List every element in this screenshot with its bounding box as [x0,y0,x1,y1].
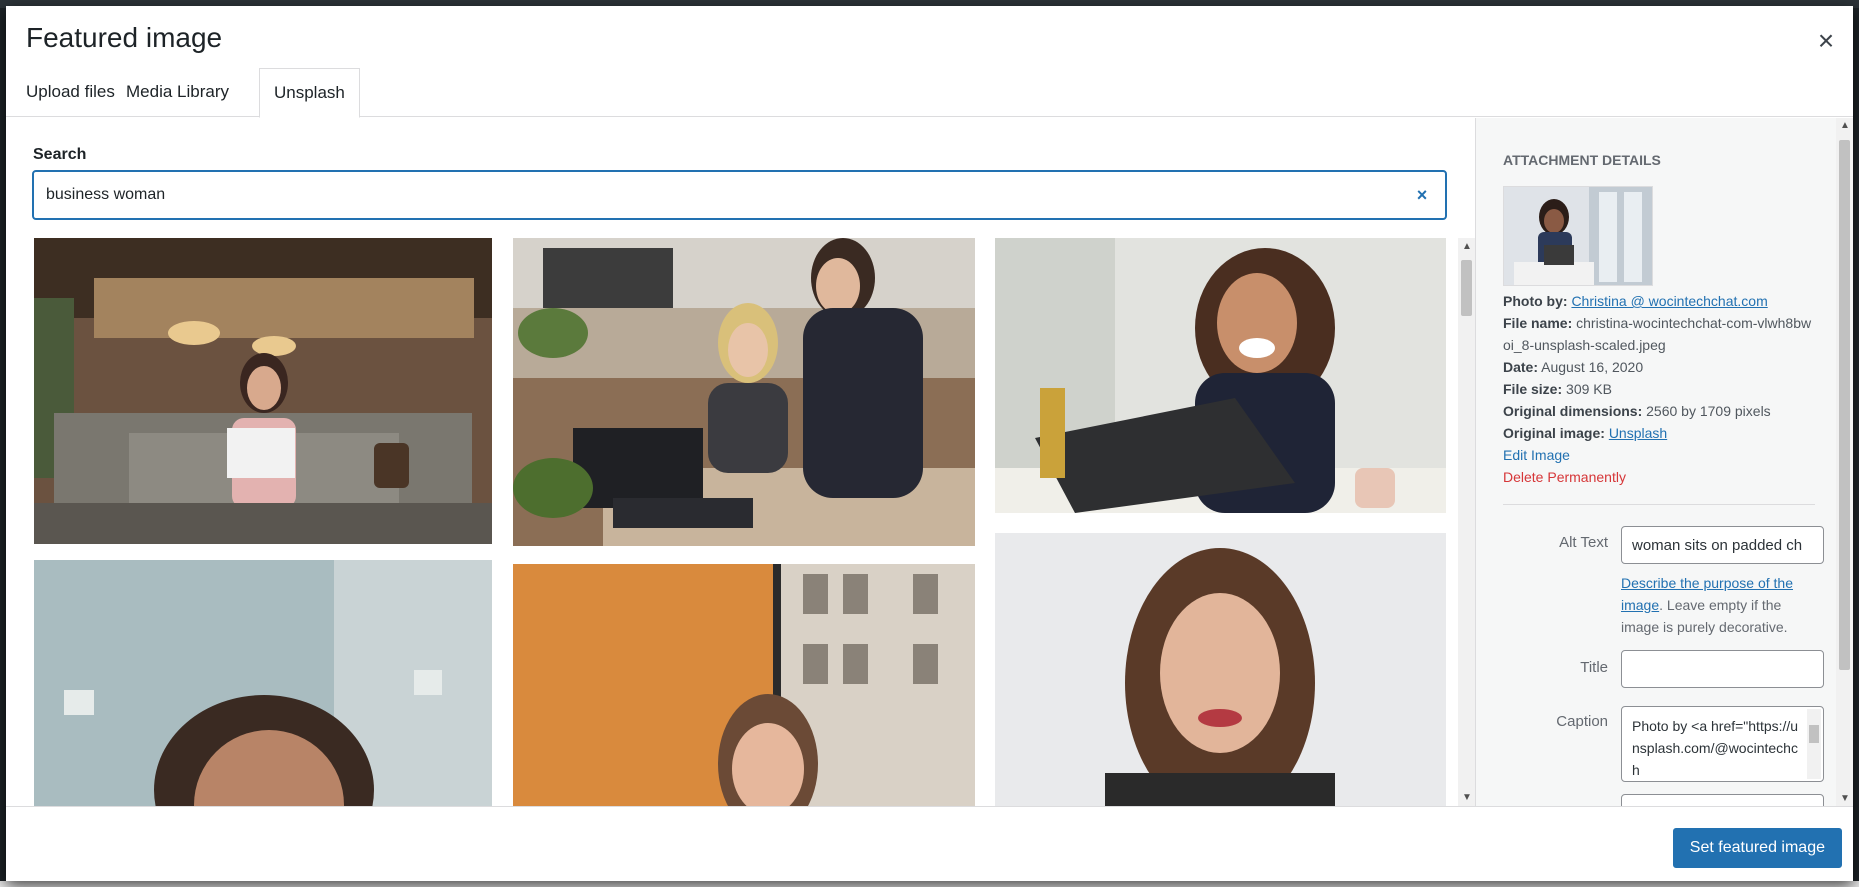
dimensions-row: Original dimensions: 2560 by 1709 pixels [1503,400,1813,422]
tab-unsplash[interactable]: Unsplash [259,68,360,118]
modal-toolbar: Set featured image [6,806,1853,881]
attachment-thumbnail-image [1504,187,1652,285]
original-image-link[interactable]: Unsplash [1609,425,1667,441]
search-input[interactable] [46,172,1396,218]
photo-by-label: Photo by: [1503,293,1568,309]
caption-textarea[interactable]: Photo by <a href="https://unsplash.com/@… [1621,706,1824,782]
date-row: Date: August 16, 2020 [1503,356,1813,378]
photo-thumbnail [34,238,492,544]
delete-permanently-link[interactable]: Delete Permanently [1503,466,1813,488]
photo-item[interactable] [513,564,975,806]
close-icon[interactable]: × [1811,26,1841,56]
photo-thumbnail [995,533,1446,806]
scroll-up-icon[interactable]: ▲ [1840,120,1850,131]
original-image-row: Original image: Unsplash [1503,422,1813,444]
file-size-row: File size: 309 KB [1503,378,1813,400]
photo-item[interactable] [34,238,492,544]
photo-item[interactable] [513,238,975,546]
set-featured-image-button[interactable]: Set featured image [1672,828,1842,868]
alt-text-input[interactable] [1621,526,1824,564]
date-value: August 16, 2020 [1541,359,1644,375]
photo-thumbnail [513,564,975,806]
search-field: × [32,170,1447,220]
caption-text: Photo by <a href="https://unsplash.com/@… [1632,718,1799,778]
original-image-label: Original image: [1503,425,1605,441]
photo-thumbnail [995,238,1446,513]
photo-grid [26,238,1453,806]
caption-label: Caption [1556,713,1608,730]
sidebar-scroll-thumb[interactable] [1839,140,1850,670]
photo-by-row: Photo by: Christina @ wocintechchat.com [1503,290,1813,312]
tab-media-library[interactable]: Media Library [112,68,243,117]
featured-image-modal: Featured image × Upload files Media Libr… [6,6,1853,881]
scroll-down-icon[interactable]: ▼ [1840,793,1850,804]
attachment-details-heading: Attachment Details [1503,152,1661,168]
attachment-meta: Photo by: Christina @ wocintechchat.com … [1503,290,1813,488]
photo-by-link[interactable]: Christina @ wocintechchat.com [1571,293,1767,309]
photo-item[interactable] [34,560,492,806]
photo-thumbnail [513,238,975,546]
grid-scroll-thumb[interactable] [1461,260,1472,316]
modal-title: Featured image [26,22,223,53]
attachment-details-sidebar: Attachment Details Photo by: Christina @… [1475,118,1853,806]
alt-text-label: Alt Text [1559,534,1608,551]
sidebar-divider [1503,504,1815,505]
clear-search-icon[interactable]: × [1411,184,1433,206]
edit-image-link[interactable]: Edit Image [1503,444,1813,466]
dimensions-label: Original dimensions: [1503,403,1643,419]
file-size-label: File size: [1503,381,1563,397]
photo-item[interactable] [995,238,1446,513]
attachment-thumbnail [1503,186,1653,286]
media-tabs: Upload files Media Library Unsplash [6,68,1853,118]
alt-text-help: Describe the purpose of the image. Leave… [1621,572,1821,638]
scroll-up-icon[interactable]: ▲ [1462,241,1472,252]
backdrop-bottom [0,881,1859,887]
title-input[interactable] [1621,650,1824,688]
photo-item[interactable] [995,533,1446,806]
caption-scrollbar[interactable] [1807,709,1821,779]
date-label: Date: [1503,359,1539,375]
title-label: Title [1580,659,1608,676]
scroll-down-icon[interactable]: ▼ [1462,792,1472,803]
file-name-row: File name: christina-wocintechchat-com-v… [1503,312,1813,356]
search-label: Search [33,146,87,163]
dimensions-value: 2560 by 1709 pixels [1646,403,1771,419]
sidebar-scrollbar[interactable]: ▲ ▼ [1836,118,1853,806]
photo-thumbnail [34,560,492,806]
file-size-value: 309 KB [1566,381,1612,397]
description-field[interactable] [1621,794,1824,806]
file-name-label: File name: [1503,315,1573,331]
grid-scrollbar[interactable]: ▲ ▼ [1458,238,1475,806]
